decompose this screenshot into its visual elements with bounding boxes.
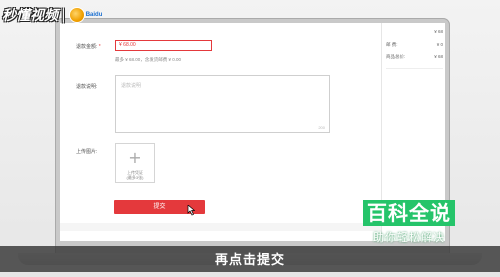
upload-images-label: 上传图片: <box>76 149 98 155</box>
summary-row-label: 商品总价: <box>386 54 406 59</box>
baike-subtitle: 助你轻松解决 <box>373 231 445 244</box>
video-frame: 退款金额: * ¥ 68.00 最多 ¥ 68.00，含发货邮费 ¥ 0.00 … <box>0 0 500 277</box>
divider <box>386 68 443 69</box>
summary-row-label: 邮 费: <box>386 42 398 47</box>
mouse-pointer-icon <box>187 205 195 216</box>
refund-amount-label: 退款金额: * <box>76 44 101 50</box>
char-counter: 200 <box>318 125 325 130</box>
refund-description-placeholder: 退款说明 <box>121 83 142 89</box>
watermark-badge-word: Baidu <box>85 12 103 18</box>
baidu-logo-icon <box>68 7 85 23</box>
baike-badge: 百科全说 助你轻松解决 <box>355 196 475 248</box>
summary-row-value: ¥ 68 <box>434 29 443 34</box>
plus-icon: + <box>128 148 142 167</box>
video-caption: 再点击提交 <box>214 253 285 268</box>
refund-amount-hint: 最多 ¥ 68.00，含发货邮费 ¥ 0.00 <box>115 57 182 62</box>
required-mark: * <box>98 44 101 50</box>
video-watermark: 秒懂视频 | Baidu <box>2 5 102 25</box>
refund-description-textarea[interactable]: 退款说明 200 <box>115 75 330 133</box>
refund-form: 退款金额: * ¥ 68.00 最多 ¥ 68.00，含发货邮费 ¥ 0.00 … <box>60 23 370 241</box>
baike-title: 百科全说 <box>363 200 455 226</box>
watermark-text: 秒懂视频 <box>2 8 58 24</box>
refund-description-label: 退款说明: <box>76 84 98 90</box>
upload-voucher-button[interactable]: + 上传凭证 (最多3张) <box>115 143 155 183</box>
watermark-separator: | <box>61 7 66 23</box>
summary-row-value: ¥ 68 <box>434 54 443 59</box>
summary-row-value: ¥ 0 <box>436 42 443 47</box>
upload-limit-label: (最多3张) <box>126 175 144 180</box>
refund-amount-input[interactable]: ¥ 68.00 <box>115 40 212 51</box>
